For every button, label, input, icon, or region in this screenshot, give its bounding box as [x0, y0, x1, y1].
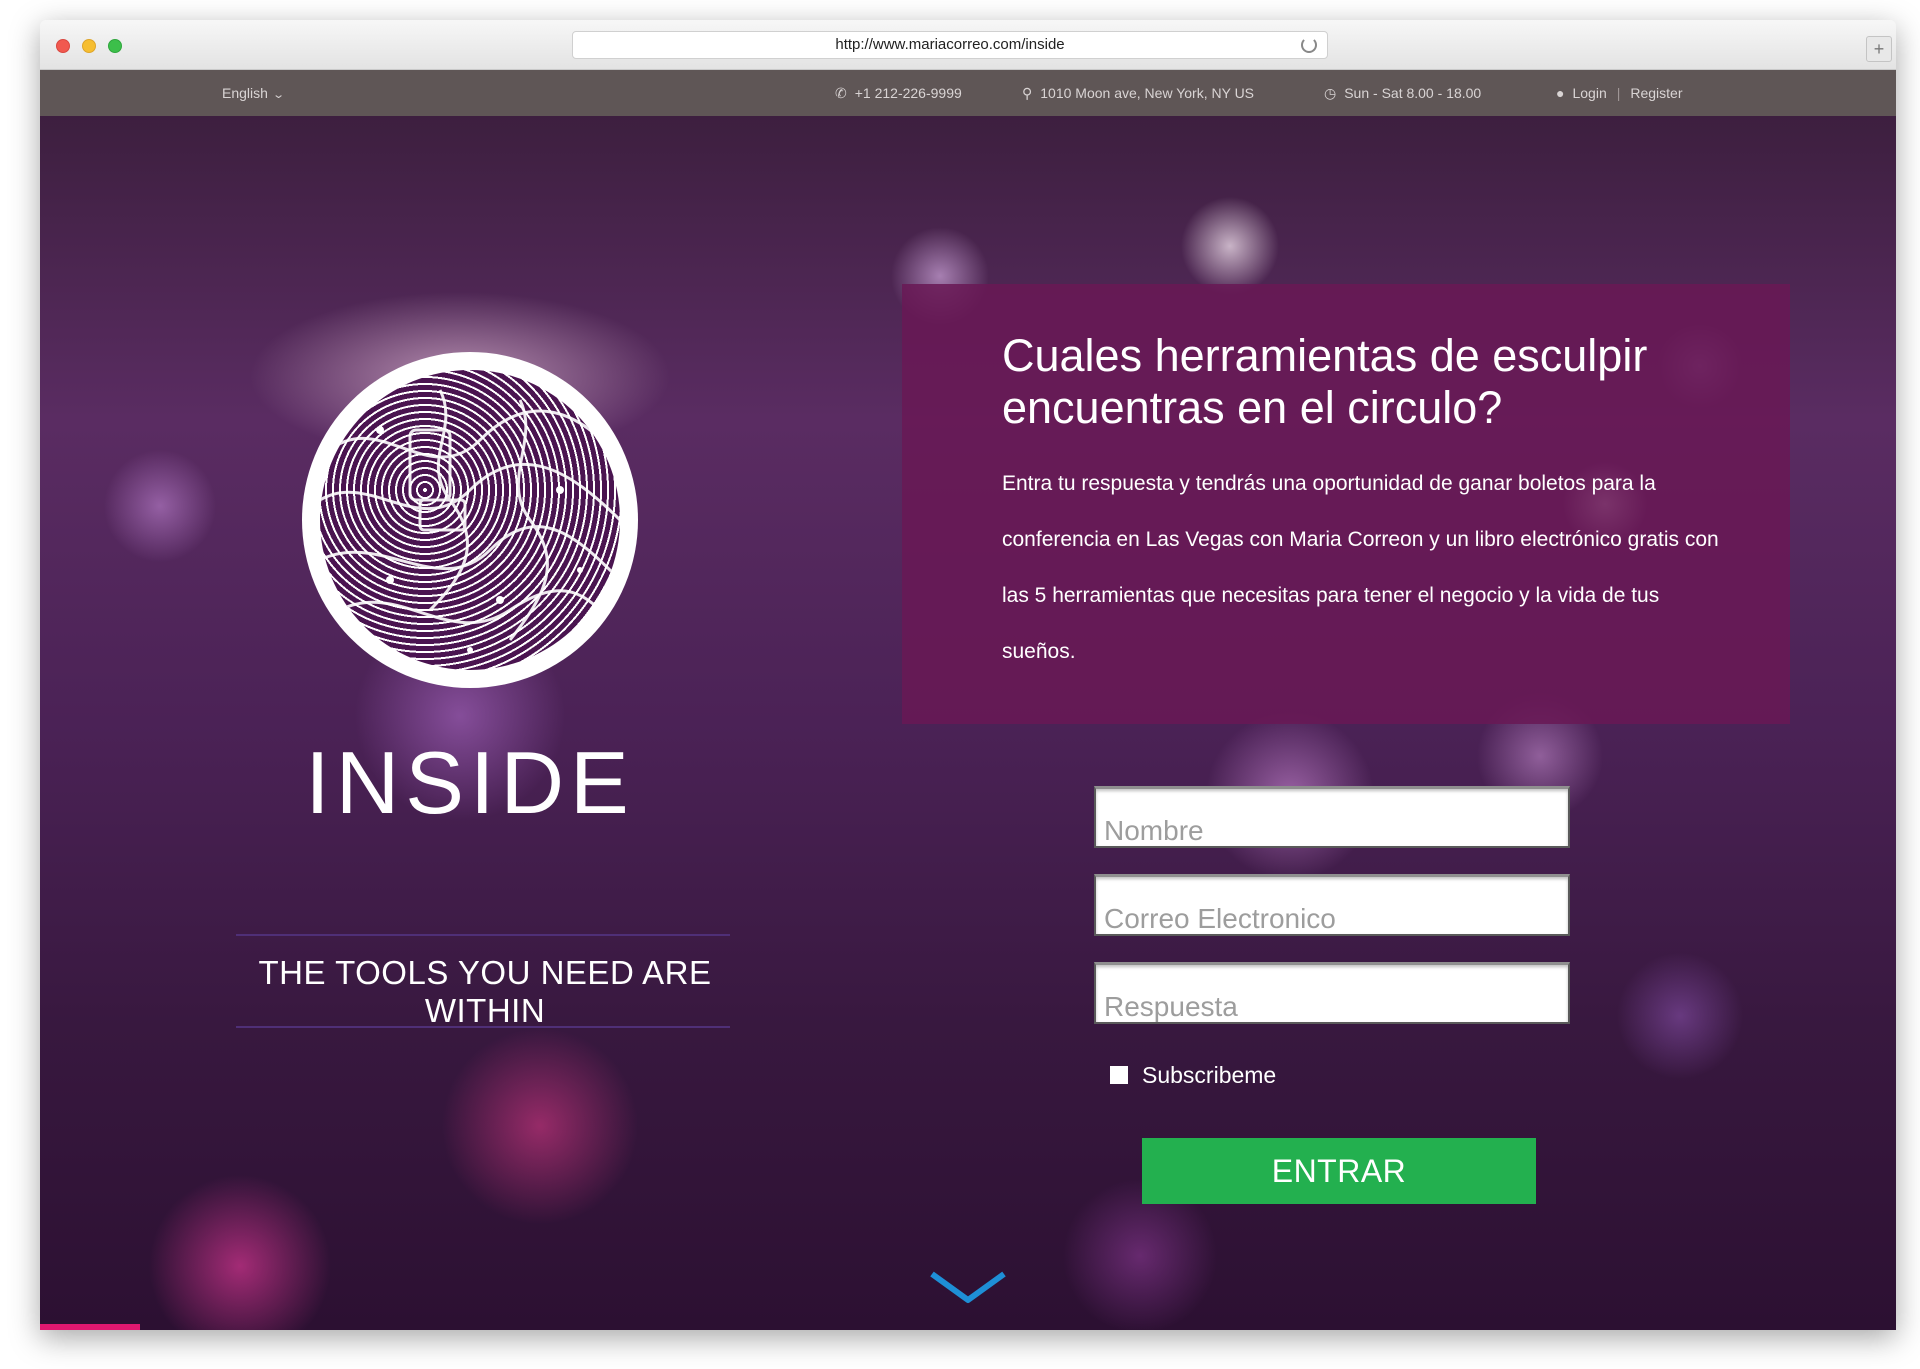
browser-window: http://www.mariacorreo.com/inside + Engl… — [40, 20, 1896, 1330]
language-label: English — [222, 85, 268, 101]
name-placeholder: Nombre — [1104, 815, 1204, 846]
site-top-bar: English ⌄ ✆ +1 212-226-9999 ⚲ 1010 Moon ave… — [40, 70, 1896, 116]
divider-top — [236, 934, 730, 936]
browser-chrome: http://www.mariacorreo.com/inside + — [40, 20, 1896, 70]
reload-icon[interactable] — [1301, 37, 1317, 53]
brand-title: INSIDE — [305, 733, 635, 832]
accent-strip — [40, 1324, 140, 1330]
hours-text: Sun - Sat 8.00 - 18.00 — [1344, 85, 1482, 101]
contest-heading: Cuales herramientas de esculpir encuentr… — [1002, 330, 1648, 433]
email-field[interactable]: Correo Electronico — [1094, 874, 1570, 936]
login-link[interactable]: Login — [1572, 85, 1606, 101]
subscribe-checkbox[interactable] — [1110, 1065, 1128, 1084]
hero-section: INSIDE THE TOOLS YOU NEED ARE WITHIN Cua… — [40, 116, 1896, 1330]
inside-logo — [302, 352, 638, 688]
address-bar[interactable]: http://www.mariacorreo.com/inside — [572, 31, 1328, 59]
address-text: 1010 Moon ave, New York, NY US — [1040, 85, 1255, 101]
subscribe-option[interactable]: Subscribeme — [1110, 1060, 1276, 1090]
contact-address: ⚲ 1010 Moon ave, New York, NY US — [1022, 70, 1254, 116]
opening-hours: ◷ Sun - Sat 8.00 - 18.00 — [1324, 70, 1481, 116]
phone-icon: ✆ — [835, 85, 847, 101]
user-icon: ● — [1556, 85, 1565, 101]
map-pin-icon: ⚲ — [1022, 85, 1033, 101]
scroll-down-icon[interactable] — [928, 1268, 1008, 1308]
tagline: THE TOOLS YOU NEED ARE WITHIN — [258, 954, 712, 1029]
submit-button[interactable]: ENTRAR — [1142, 1138, 1536, 1204]
address-bar-url: http://www.mariacorreo.com/inside — [835, 36, 1065, 53]
answer-field[interactable]: Respuesta — [1094, 962, 1570, 1024]
logo-artwork — [320, 370, 620, 670]
email-placeholder: Correo Electronico — [1104, 903, 1336, 934]
contact-phone: ✆ +1 212-226-9999 — [835, 70, 962, 116]
clock-icon: ◷ — [1324, 85, 1337, 101]
divider-bottom — [236, 1026, 730, 1028]
auth-separator: | — [1616, 85, 1621, 101]
contest-info-panel: Cuales herramientas de esculpir encuentr… — [902, 284, 1790, 724]
phone-number: +1 212-226-9999 — [854, 85, 962, 101]
new-tab-button[interactable]: + — [1866, 36, 1892, 62]
maximize-window-button[interactable] — [108, 39, 122, 53]
subscribe-label: Subscribeme — [1142, 1062, 1277, 1088]
register-link[interactable]: Register — [1630, 85, 1682, 101]
auth-links: ● Login | Register — [1556, 70, 1683, 116]
close-window-button[interactable] — [56, 39, 70, 53]
chevron-down-icon: ⌄ — [272, 89, 285, 101]
contest-description: Entra tu respuesta y tendrás una oportun… — [1002, 472, 1719, 663]
name-field[interactable]: Nombre — [1094, 786, 1570, 848]
answer-placeholder: Respuesta — [1104, 991, 1238, 1022]
minimize-window-button[interactable] — [82, 39, 96, 53]
language-selector[interactable]: English ⌄ — [222, 70, 285, 116]
